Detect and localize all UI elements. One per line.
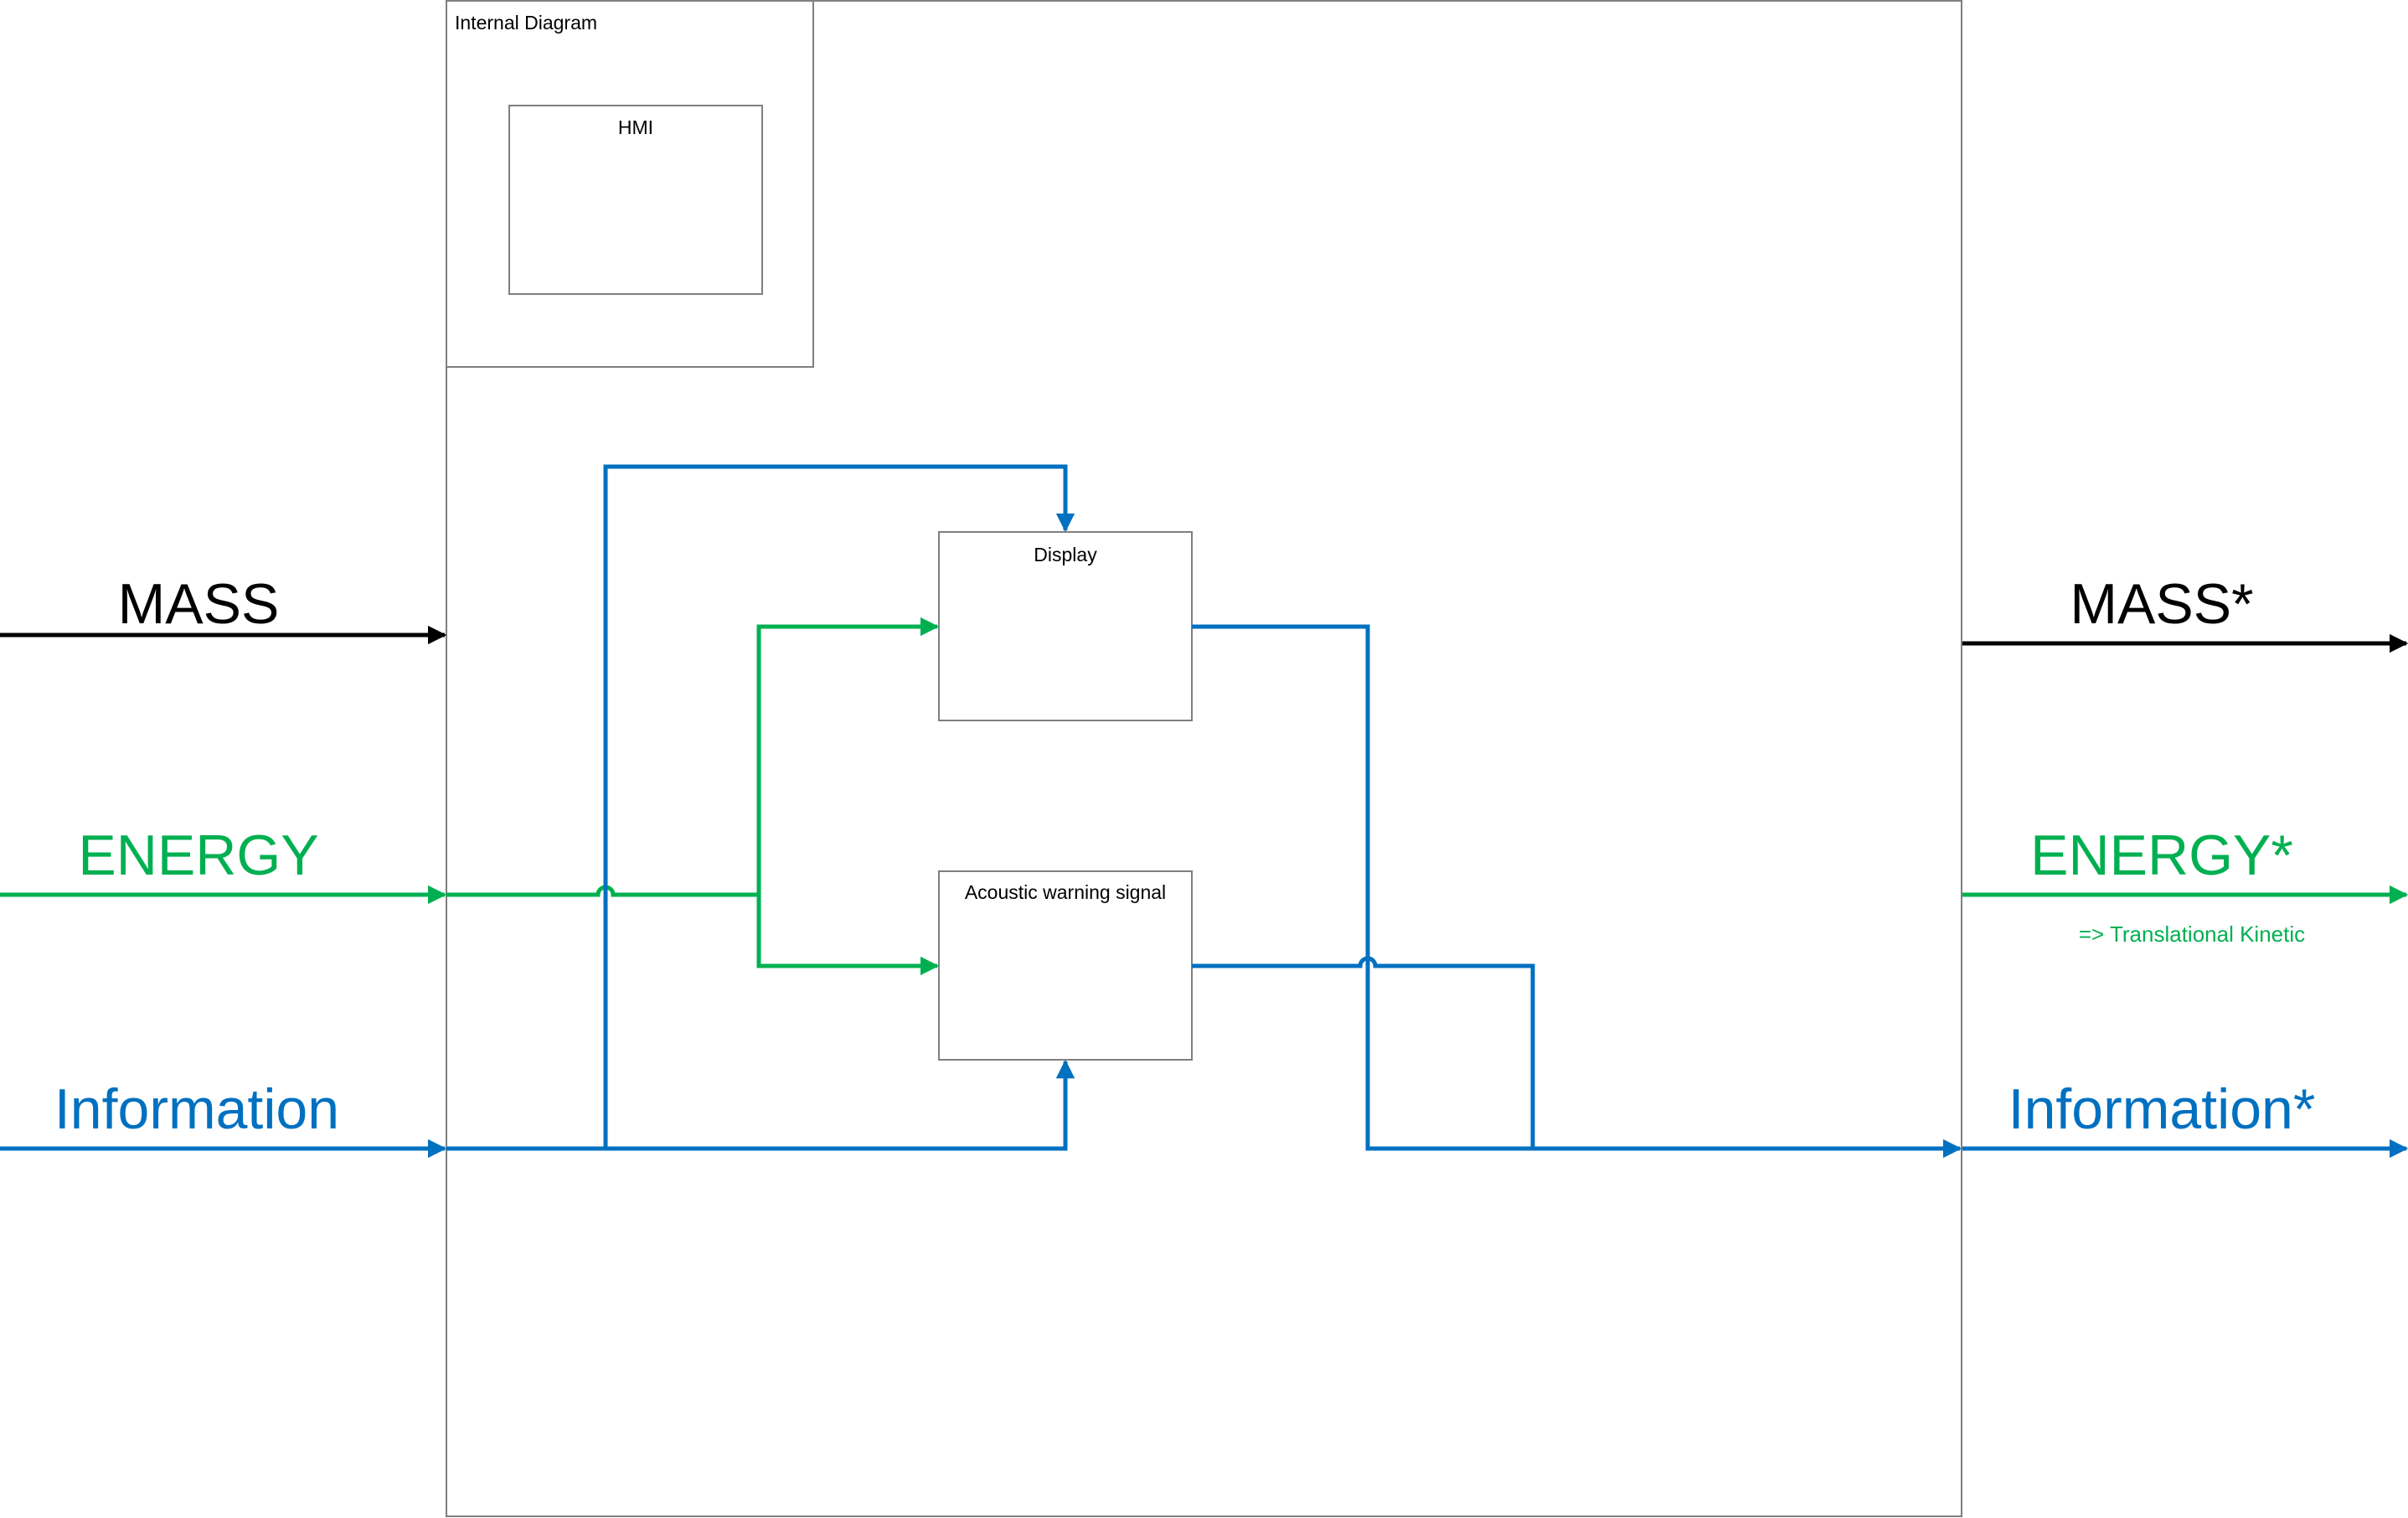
hmi-label: HMI — [618, 116, 653, 138]
mass-input-label: MASS — [118, 572, 280, 636]
internal-diagram-title: Internal Diagram — [455, 12, 597, 34]
information-input-label: Information — [54, 1077, 339, 1141]
mass-output-label: MASS* — [2070, 572, 2253, 636]
internal-diagram: Internal Diagram HMI Display Acoustic wa… — [0, 0, 2408, 1517]
energy-output-label: ENERGY* — [2030, 824, 2293, 887]
energy-input-label: ENERGY — [78, 824, 318, 887]
acoustic-warning-label: Acoustic warning signal — [965, 881, 1166, 903]
energy-output-note: => Translational Kinetic — [2079, 922, 2305, 947]
information-output-label: Information* — [2008, 1077, 2316, 1141]
display-label: Display — [1034, 544, 1097, 565]
